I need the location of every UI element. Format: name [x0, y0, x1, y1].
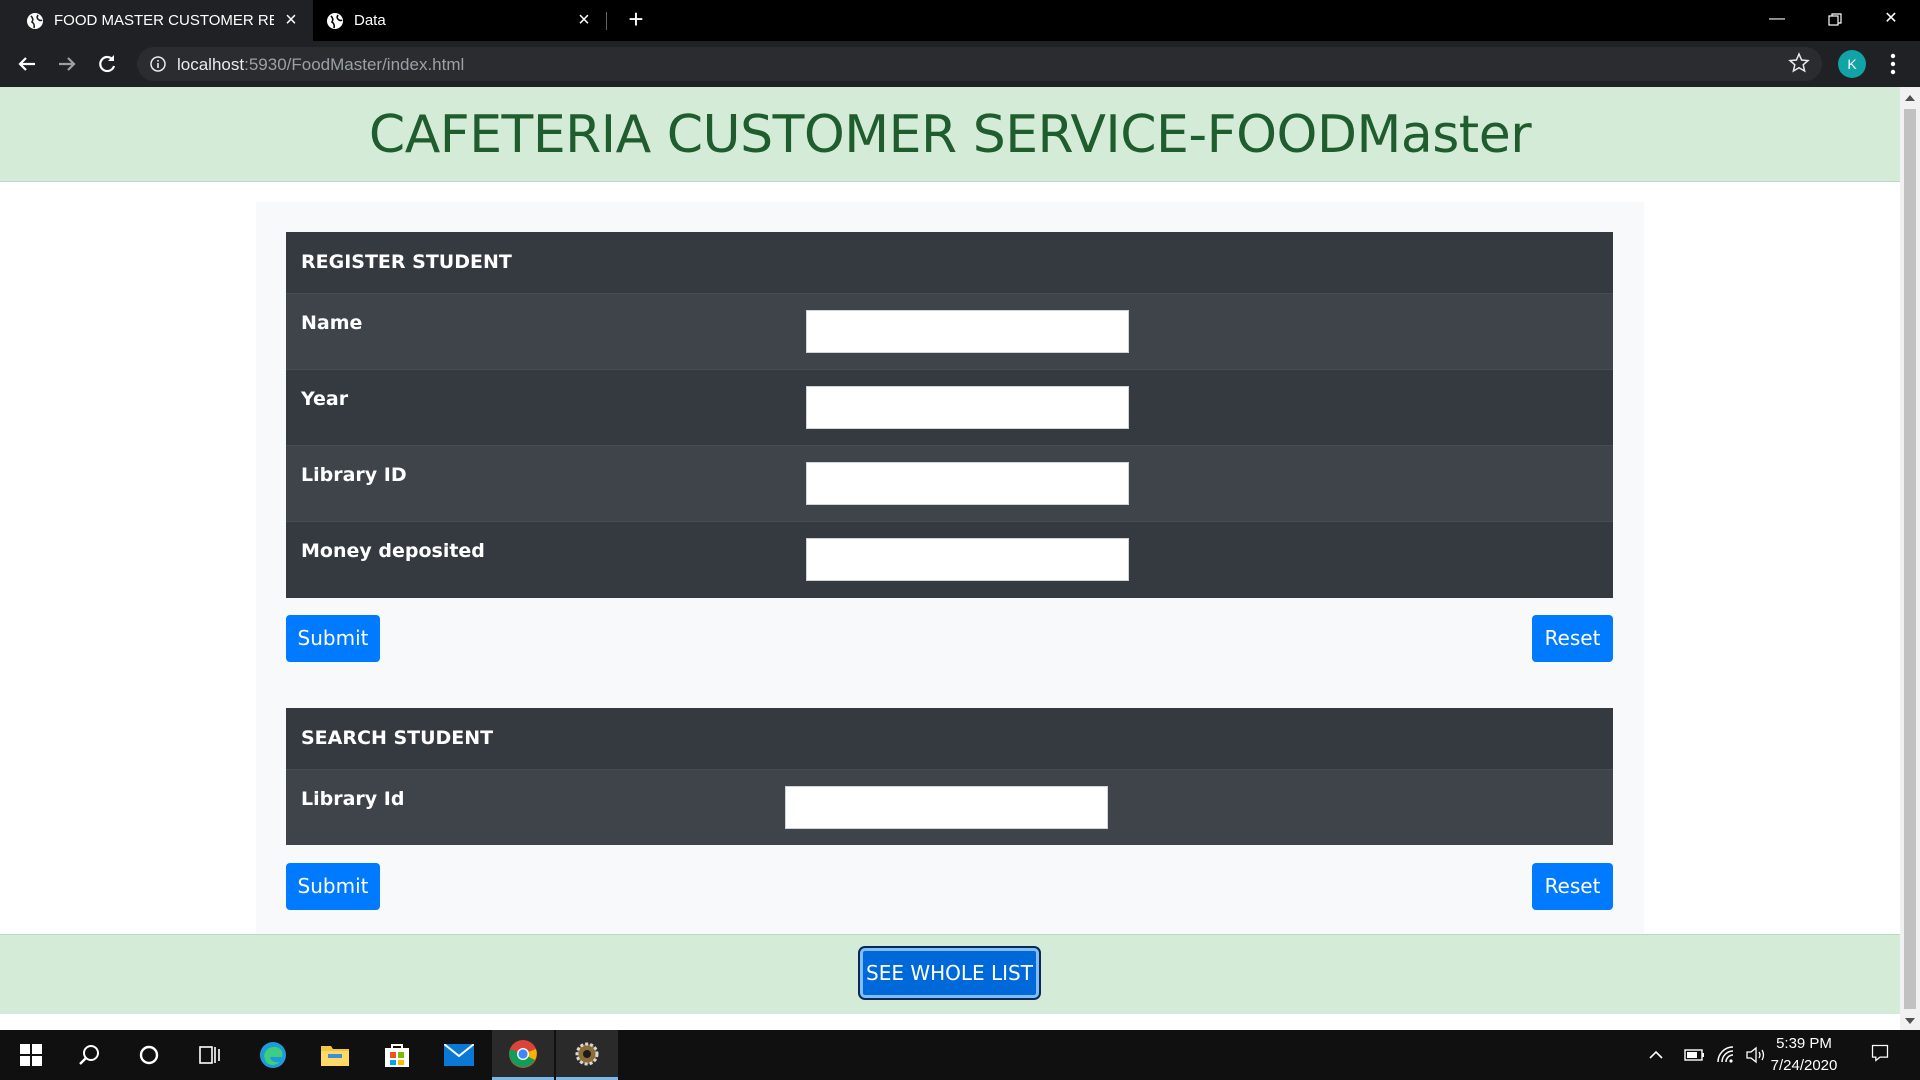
url-text: localhost:5930/FoodMaster/index.html — [177, 55, 465, 74]
battery-icon[interactable] — [1684, 1045, 1706, 1065]
tab-title: FOOD MASTER CUSTOMER RECORD — [54, 12, 274, 29]
register-student-panel: REGISTER STUDENT Name Year Library ID Mo… — [286, 232, 1613, 598]
reload-icon[interactable] — [93, 50, 121, 78]
form-row-search-library-id: Library Id — [286, 769, 1613, 845]
register-heading: REGISTER STUDENT — [301, 251, 512, 273]
file-explorer-icon[interactable] — [304, 1030, 366, 1080]
tab-data[interactable]: Data × — [313, 0, 606, 41]
globe-icon — [27, 13, 43, 29]
system-clock[interactable]: 5:39 PM 7/24/2020 — [1758, 1033, 1850, 1077]
register-reset-button[interactable]: Reset — [1532, 615, 1613, 662]
close-tab-icon[interactable]: × — [281, 10, 301, 30]
register-submit-button[interactable]: Submit — [286, 615, 380, 662]
name-input[interactable] — [806, 310, 1129, 353]
tab-separator — [606, 12, 607, 30]
search-student-panel: SEARCH STUDENT Library Id — [286, 708, 1613, 845]
forward-arrow-icon[interactable] — [53, 50, 81, 78]
name-label: Name — [301, 312, 363, 334]
close-tab-icon[interactable]: × — [574, 10, 594, 30]
library-id-label: Library ID — [301, 464, 407, 486]
microsoft-store-icon[interactable] — [366, 1030, 428, 1080]
form-row-money-deposited: Money deposited — [286, 521, 1613, 598]
back-arrow-icon[interactable] — [13, 50, 41, 78]
notifications-icon[interactable] — [1868, 1043, 1892, 1063]
search-reset-button[interactable]: Reset — [1532, 863, 1613, 910]
footer-band: SEE WHOLE LIST — [0, 934, 1900, 1014]
scroll-down-arrow-icon[interactable] — [1905, 1018, 1915, 1024]
address-bar[interactable]: localhost:5930/FoodMaster/index.html — [137, 47, 1822, 81]
scroll-thumb[interactable] — [1904, 109, 1916, 1009]
minimize-icon[interactable]: — — [1748, 0, 1806, 41]
form-row-library-id: Library ID — [286, 445, 1613, 521]
year-input[interactable] — [806, 386, 1129, 429]
browser-toolbar: localhost:5930/FoodMaster/index.html — [0, 41, 1920, 87]
search-icon[interactable] — [58, 1030, 120, 1080]
clock-date: 7/24/2020 — [1770, 1057, 1838, 1074]
clock-time: 5:39 PM — [1776, 1035, 1832, 1052]
windows-start-icon[interactable] — [0, 1030, 62, 1080]
form-row-year: Year — [286, 369, 1613, 445]
search-submit-button[interactable]: Submit — [286, 863, 380, 910]
scroll-up-arrow-icon[interactable] — [1905, 95, 1915, 101]
tab-food-master[interactable]: FOOD MASTER CUSTOMER RECORD × — [0, 0, 313, 41]
profile-avatar[interactable]: K — [1838, 50, 1866, 78]
header-band: CAFETERIA CUSTOMER SERVICE-FOODMaster — [0, 87, 1900, 182]
tab-title: Data — [354, 12, 386, 29]
page-viewport: CAFETERIA CUSTOMER SERVICE-FOODMaster RE… — [0, 87, 1920, 1030]
close-window-icon[interactable]: ✕ — [1862, 0, 1920, 41]
money-deposited-label: Money deposited — [301, 540, 485, 562]
show-hidden-icons-chevron-icon[interactable] — [1647, 1045, 1665, 1065]
chrome-icon[interactable] — [492, 1030, 554, 1080]
form-row-name: Name — [286, 293, 1613, 369]
search-library-id-input[interactable] — [785, 786, 1108, 829]
mail-icon[interactable] — [428, 1030, 490, 1080]
cortana-icon[interactable] — [118, 1030, 180, 1080]
page-title: CAFETERIA CUSTOMER SERVICE-FOODMaster — [368, 105, 1532, 165]
money-deposited-input[interactable] — [806, 538, 1129, 581]
year-label: Year — [301, 388, 349, 410]
library-id-input[interactable] — [806, 462, 1129, 505]
new-tab-plus-icon[interactable]: + — [624, 6, 648, 32]
restore-icon[interactable] — [1806, 0, 1864, 41]
edge-browser-icon[interactable] — [242, 1030, 304, 1080]
windows-taskbar: 5:39 PM 7/24/2020 — [0, 1030, 1920, 1080]
see-whole-list-button[interactable]: SEE WHOLE LIST — [860, 948, 1039, 998]
settings-gear-icon[interactable] — [556, 1030, 618, 1080]
wifi-icon[interactable] — [1715, 1045, 1737, 1065]
search-library-id-label: Library Id — [301, 788, 405, 810]
search-heading: SEARCH STUDENT — [301, 727, 494, 749]
browser-tabstrip: FOOD MASTER CUSTOMER RECORD × Data × + —… — [0, 0, 1920, 41]
globe-icon — [327, 13, 343, 29]
browser-menu-icon[interactable] — [1886, 52, 1900, 76]
bookmark-star-icon[interactable] — [1788, 52, 1810, 74]
task-view-icon[interactable] — [179, 1030, 241, 1080]
form-container: REGISTER STUDENT Name Year Library ID Mo… — [256, 202, 1644, 984]
info-icon[interactable] — [149, 55, 167, 73]
vertical-scrollbar[interactable] — [1900, 87, 1920, 1030]
